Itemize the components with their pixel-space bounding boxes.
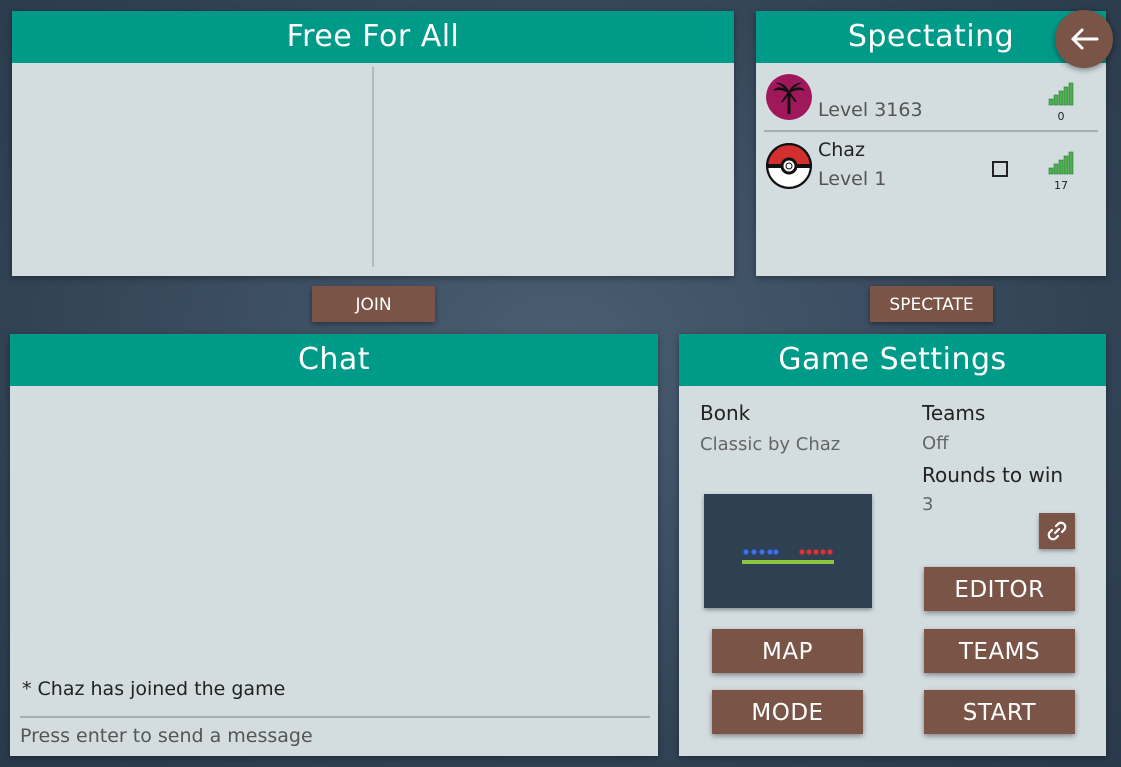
chat-message: * Chaz has joined the game xyxy=(22,678,286,700)
free-for-all-panel: Free For All xyxy=(12,11,734,276)
join-button[interactable]: JOIN xyxy=(312,286,435,322)
spectate-button[interactable]: SPECTATE xyxy=(870,286,993,322)
editor-button[interactable]: EDITOR xyxy=(924,567,1075,611)
pokeball-avatar-icon xyxy=(766,143,812,189)
game-settings-panel: Game Settings Bonk Classic by Chaz Teams… xyxy=(679,334,1106,756)
player-level: Level 3163 xyxy=(818,99,923,121)
map-name: Classic by Chaz xyxy=(700,434,841,455)
map-preview[interactable] xyxy=(704,494,872,608)
rounds-label: Rounds to win xyxy=(922,463,1064,487)
chat-divider xyxy=(20,716,650,718)
copy-link-button[interactable] xyxy=(1039,513,1075,549)
map-button[interactable]: MAP xyxy=(712,629,863,673)
chat-panel: Chat * Chaz has joined the game xyxy=(10,334,658,756)
player-ping: 0 xyxy=(1057,110,1065,123)
chat-input[interactable] xyxy=(20,719,650,753)
start-button[interactable]: START xyxy=(924,690,1075,734)
player-row[interactable]: Chaz Level 1 17 xyxy=(764,137,1098,199)
mode-button[interactable]: MODE xyxy=(712,690,863,734)
game-settings-title: Game Settings xyxy=(679,334,1106,386)
ready-checkbox[interactable] xyxy=(992,161,1008,177)
player-row[interactable]: Level 3163 0 xyxy=(764,68,1098,132)
back-button[interactable] xyxy=(1055,10,1113,68)
teams-button[interactable]: TEAMS xyxy=(924,629,1075,673)
signal-strength-icon xyxy=(1048,151,1074,175)
teams-value: Off xyxy=(922,433,949,454)
free-for-all-title: Free For All xyxy=(12,11,734,63)
rounds-value: 3 xyxy=(922,494,934,515)
teams-label: Teams xyxy=(922,401,986,425)
signal-strength-icon xyxy=(1048,82,1074,106)
spectating-panel: Spectating Level 3163 0 Chaz Level 1 17 xyxy=(756,11,1106,276)
player-ping: 17 xyxy=(1054,179,1068,192)
player-name: Chaz xyxy=(818,139,865,161)
mode-name: Bonk xyxy=(700,401,751,425)
palm-tree-avatar-icon xyxy=(766,74,812,120)
chat-title: Chat xyxy=(10,334,658,386)
arrow-left-icon xyxy=(1071,28,1099,50)
player-level: Level 1 xyxy=(818,168,887,190)
team-divider xyxy=(372,67,374,267)
spectating-title: Spectating xyxy=(756,11,1106,63)
link-icon xyxy=(1047,521,1067,541)
